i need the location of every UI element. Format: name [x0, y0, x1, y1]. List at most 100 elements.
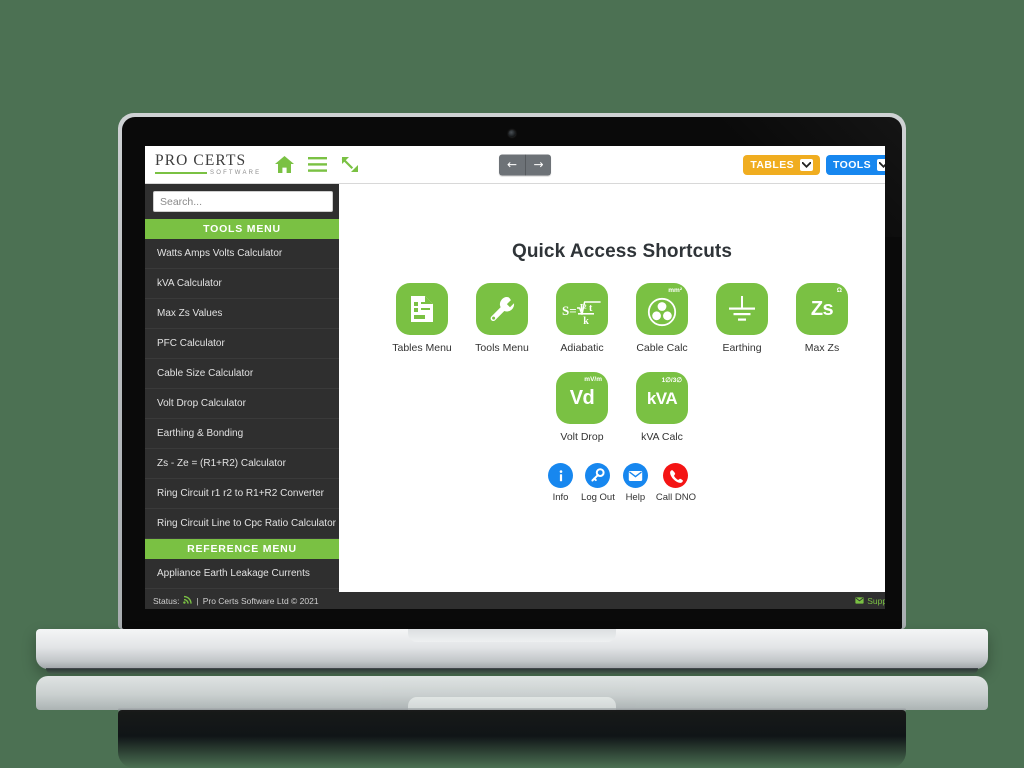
shortcut-superscript: mV/m: [584, 376, 602, 383]
back-button[interactable]: ←: [499, 154, 525, 175]
shortcut-cable-calc[interactable]: mm² Cable Calc: [633, 283, 691, 354]
screenshot-stage: PRO CERTS SOFTWARE ← → TABLES TOOLS Sear…: [0, 0, 1024, 768]
utility-label: Log Out: [581, 492, 615, 503]
page-title: Quick Access Shortcuts: [511, 241, 733, 262]
brand-rule: SOFTWARE: [155, 170, 261, 176]
document-table-icon: [396, 283, 448, 335]
laptop-base-notch: [408, 629, 616, 642]
tools-menu-list: Watts Amps Volts Calculator kVA Calculat…: [145, 239, 339, 539]
shortcut-icon-text: kVA: [646, 388, 678, 408]
shortcut-label: Cable Calc: [636, 342, 688, 354]
zs-text-icon: Ω Zs: [796, 283, 848, 335]
shortcut-label: kVA Calc: [641, 431, 683, 443]
shortcut-superscript: Ω: [836, 287, 842, 294]
phone-icon: [663, 463, 689, 488]
top-navigation-bar: PRO CERTS SOFTWARE ← → TABLES TOOLS: [145, 146, 885, 184]
sidebar-item-cable-size-calculator[interactable]: Cable Size Calculator: [145, 359, 339, 389]
sidebar-item-ring-circuit-cpc-ratio[interactable]: Ring Circuit Line to Cpc Ratio Calculato…: [145, 509, 339, 539]
info-icon: [548, 463, 574, 488]
shortcut-label: Max Zs: [804, 342, 840, 354]
search-input[interactable]: [153, 191, 333, 212]
sidebar-item-pfc-calculator[interactable]: PFC Calculator: [145, 329, 339, 359]
brand-name: PRO CERTS: [155, 151, 247, 169]
kva-icon: 1∅/3∅ kVA: [636, 372, 688, 424]
shortcut-icon-text: Vd: [569, 387, 595, 409]
expand-arrows-icon[interactable]: [341, 156, 359, 173]
status-label: Status:: [153, 595, 180, 606]
shortcut-earthing[interactable]: Earthing: [713, 283, 771, 354]
utility-call-dno[interactable]: Call DNO: [656, 463, 696, 503]
sidebar-item-zs-ze-calculator[interactable]: Zs - Ze = (R1+R2) Calculator: [145, 449, 339, 479]
utility-log-out[interactable]: Log Out: [581, 463, 615, 503]
tools-dropdown-label: TOOLS: [833, 158, 871, 171]
envelope-icon: [622, 463, 648, 488]
support-label: Support: [867, 595, 885, 606]
volt-drop-icon: mV/m Vd: [556, 372, 608, 424]
signal-icon: [183, 595, 193, 606]
laptop-base-shadow: [46, 668, 978, 674]
status-left: Status: | Pro Certs Software Ltd © 2021: [153, 595, 319, 606]
svg-text:S=: S=: [562, 303, 577, 318]
shortcut-row-1: Tables Menu Tools Menu S= I² t k Adiabat…: [339, 283, 885, 354]
utility-help[interactable]: Help: [622, 463, 648, 503]
webcam-icon: [508, 130, 516, 137]
status-separator: |: [196, 595, 199, 606]
support-link[interactable]: Support: [855, 596, 885, 606]
earth-ground-icon: [716, 283, 768, 335]
shortcut-tables-menu[interactable]: Tables Menu: [392, 283, 452, 354]
sidebar-item-max-zs-values[interactable]: Max Zs Values: [145, 299, 339, 329]
utility-label: Call DNO: [655, 492, 696, 503]
sidebar-item-volt-drop-calculator[interactable]: Volt Drop Calculator: [145, 389, 339, 419]
utility-info[interactable]: Info: [548, 463, 574, 503]
status-bar: Status: | Pro Certs Software Ltd © 2021: [145, 592, 885, 609]
reference-menu-header: REFERENCE MENU: [145, 539, 339, 559]
sidebar: TOOLS MENU Watts Amps Volts Calculator k…: [145, 184, 339, 609]
wrench-icon: [476, 283, 528, 335]
shortcut-max-zs[interactable]: Ω Zs Max Zs: [793, 283, 851, 354]
brand-logo[interactable]: PRO CERTS SOFTWARE: [155, 151, 261, 176]
sidebar-item-appliance-earth-leakage[interactable]: Appliance Earth Leakage Currents: [145, 559, 339, 589]
laptop-base-reflection: [36, 676, 988, 710]
tools-dropdown-button[interactable]: TOOLS: [826, 154, 885, 175]
shortcut-kva-calc[interactable]: 1∅/3∅ kVA kVA Calc: [633, 372, 691, 443]
shortcut-label: Adiabatic: [560, 342, 604, 354]
copyright-text: Pro Certs Software Ltd © 2021: [202, 595, 319, 606]
sidebar-item-watts-amps-volts[interactable]: Watts Amps Volts Calculator: [145, 239, 339, 269]
shortcut-tools-menu[interactable]: Tools Menu: [473, 283, 531, 354]
tables-dropdown-button[interactable]: TABLES: [743, 154, 821, 175]
application-window: PRO CERTS SOFTWARE ← → TABLES TOOLS Sear…: [145, 146, 885, 609]
shortcut-row-2: mV/m Vd Volt Drop 1∅/3∅ kVA kVA Calc: [339, 372, 885, 443]
sidebar-item-earthing-bonding[interactable]: Earthing & Bonding: [145, 419, 339, 449]
hamburger-icon[interactable]: [308, 157, 328, 172]
shortcut-label: Tables Menu: [392, 342, 452, 354]
shortcut-superscript: mm²: [668, 287, 682, 294]
brand-subtitle: SOFTWARE: [210, 170, 262, 177]
forward-button[interactable]: →: [525, 154, 551, 175]
reference-menu-list: Appliance Earth Leakage Currents: [145, 559, 339, 589]
chevron-down-icon: [877, 158, 885, 171]
utility-label: Info: [552, 492, 569, 503]
utility-icon-row: Info Log Out Help Call DNO: [339, 463, 885, 503]
tables-dropdown-label: TABLES: [750, 158, 795, 171]
sidebar-item-kva-calculator[interactable]: kVA Calculator: [145, 269, 339, 299]
cable-cross-section-icon: mm²: [636, 283, 688, 335]
search-row: [145, 184, 339, 219]
home-icon[interactable]: [275, 156, 295, 173]
shortcut-icon-text: Zs: [810, 298, 834, 320]
shortcut-adiabatic[interactable]: S= I² t k Adiabatic: [553, 283, 611, 354]
svg-text:I² t: I² t: [580, 303, 593, 314]
key-icon: [585, 463, 611, 488]
main-body: TOOLS MENU Watts Amps Volts Calculator k…: [145, 184, 885, 609]
laptop-lid-reflection: [118, 710, 906, 768]
content-area: Quick Access Shortcuts Tables Menu Tools…: [339, 184, 885, 609]
svg-text:k: k: [583, 316, 589, 325]
top-icon-group: [275, 156, 359, 173]
screen-viewport: PRO CERTS SOFTWARE ← → TABLES TOOLS Sear…: [145, 146, 885, 609]
brand-underline: [155, 172, 207, 175]
sidebar-item-ring-circuit-converter[interactable]: Ring Circuit r1 r2 to R1+R2 Converter: [145, 479, 339, 509]
utility-label: Help: [625, 492, 646, 503]
shortcut-volt-drop[interactable]: mV/m Vd Volt Drop: [553, 372, 611, 443]
shortcut-label: Volt Drop: [560, 431, 604, 443]
shortcut-label: Tools Menu: [475, 342, 529, 354]
laptop-base: [36, 629, 988, 669]
